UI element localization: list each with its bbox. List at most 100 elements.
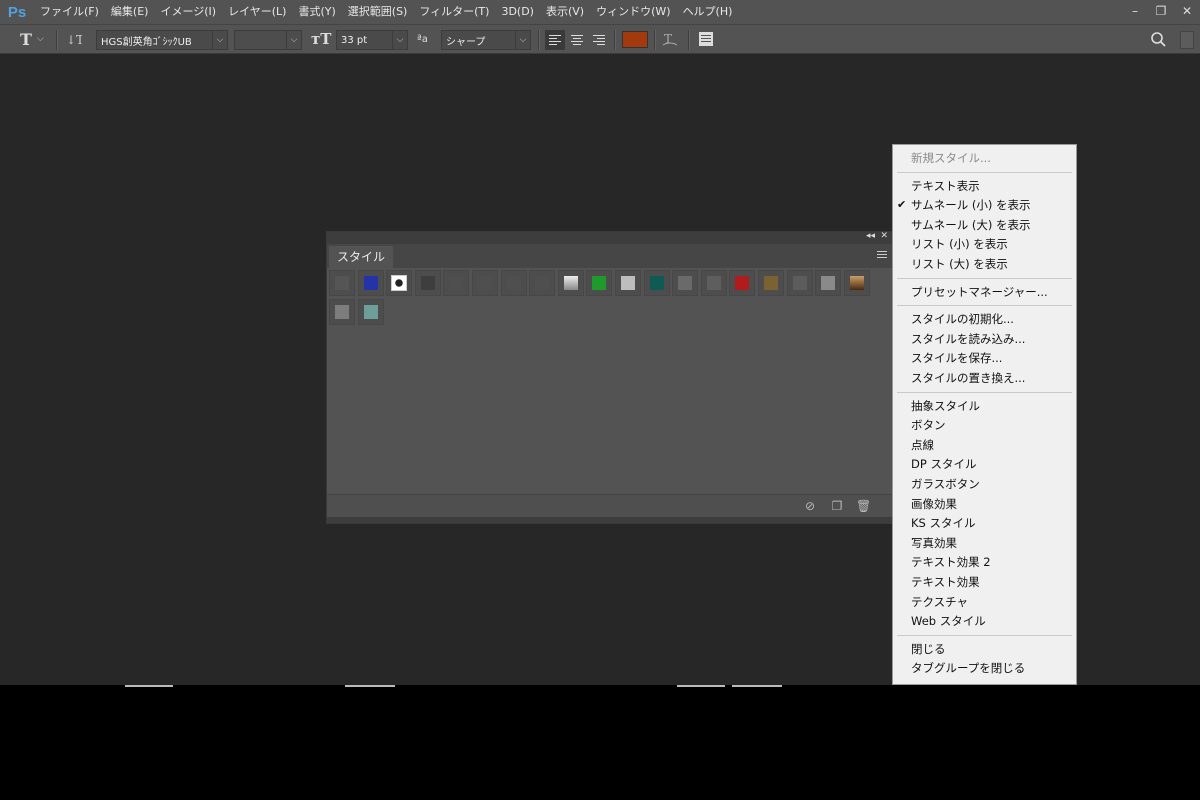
- style-thumbnail[interactable]: [386, 270, 413, 296]
- menu-select[interactable]: 選択範囲(S): [342, 0, 414, 24]
- align-right-button[interactable]: [589, 30, 609, 50]
- menu-filter[interactable]: フィルター(T): [413, 0, 495, 24]
- menu-item[interactable]: テキスト効果 2: [911, 555, 991, 569]
- menu-item[interactable]: テキスト効果: [911, 575, 980, 589]
- style-thumbnail[interactable]: [414, 270, 441, 296]
- menu-layer[interactable]: レイヤー(L): [222, 0, 292, 24]
- panel-menu-icon[interactable]: [877, 249, 887, 260]
- style-preview-swatch: [649, 276, 664, 290]
- collapse-icon[interactable]: ◂◂: [866, 231, 875, 241]
- close-icon[interactable]: ✕: [880, 231, 888, 241]
- style-thumbnail[interactable]: [472, 270, 498, 296]
- workspace-switcher[interactable]: [1180, 31, 1194, 49]
- style-thumbnail[interactable]: [815, 270, 842, 296]
- menu-item[interactable]: ガラスボタン: [911, 477, 980, 491]
- minimize-button[interactable]: –: [1122, 0, 1148, 22]
- style-thumbnail[interactable]: [500, 270, 527, 296]
- font-size-select[interactable]: 33 pt ⌵: [336, 30, 408, 50]
- style-preview-swatch: [449, 276, 464, 290]
- menu-item[interactable]: タブグループを閉じる: [911, 661, 1025, 675]
- menu-edit[interactable]: 編集(E): [105, 0, 155, 24]
- menu-item[interactable]: 点線: [911, 438, 934, 452]
- style-thumbnail[interactable]: [729, 270, 756, 296]
- menu-item[interactable]: リスト (小) を表示: [911, 237, 1008, 251]
- menu-item[interactable]: 閉じる: [911, 642, 946, 656]
- style-thumbnail[interactable]: [843, 270, 870, 296]
- photoshop-logo[interactable]: Ps: [0, 4, 34, 21]
- menu-item[interactable]: Web スタイル: [911, 614, 986, 628]
- menu-item[interactable]: スタイルを保存...: [911, 351, 1002, 365]
- style-preview-swatch: [792, 276, 807, 290]
- menu-window[interactable]: ウィンドウ(W): [590, 0, 676, 24]
- style-thumbnail[interactable]: [700, 270, 727, 296]
- style-thumbnail[interactable]: [615, 270, 641, 296]
- trash-icon[interactable]: 🗑: [856, 499, 871, 513]
- menu-separator: [897, 171, 1072, 173]
- menu-item: 新規スタイル...: [911, 151, 991, 165]
- align-left-button[interactable]: [545, 30, 565, 50]
- menu-item[interactable]: 抽象スタイル: [911, 399, 980, 413]
- tab-styles[interactable]: スタイル: [329, 246, 394, 268]
- menu-item[interactable]: テキスト表示: [911, 179, 980, 193]
- style-thumbnail[interactable]: [357, 270, 384, 296]
- style-thumbnail[interactable]: [586, 270, 613, 296]
- antialias-select[interactable]: シャープ ⌵: [441, 30, 531, 50]
- panel-resize-grip[interactable]: [327, 517, 893, 523]
- menu-item[interactable]: スタイルの置き換え...: [911, 371, 1025, 385]
- type-tool-preset-button[interactable]: T ⌵: [20, 29, 44, 49]
- menu-item[interactable]: 写真効果: [911, 536, 957, 550]
- menu-file[interactable]: ファイル(F): [34, 0, 105, 24]
- menu-item[interactable]: スタイルを読み込み...: [911, 332, 1025, 346]
- style-thumbnail[interactable]: [443, 270, 470, 296]
- menu-item[interactable]: DP スタイル: [911, 457, 976, 471]
- style-preview-swatch: [363, 276, 378, 290]
- menu-image[interactable]: イメージ(I): [154, 0, 222, 24]
- taskbar-item[interactable]: [677, 685, 725, 687]
- new-style-icon[interactable]: ❐: [830, 499, 844, 513]
- chevron-down-icon: ⌵: [392, 31, 407, 49]
- search-button[interactable]: [1150, 29, 1166, 49]
- style-thumbnail[interactable]: [329, 270, 355, 296]
- clear-style-icon[interactable]: ⊘: [803, 499, 817, 513]
- restore-button[interactable]: ❐: [1148, 0, 1174, 22]
- menu-item[interactable]: リスト (大) を表示: [911, 257, 1008, 271]
- menu-item[interactable]: KS スタイル: [911, 516, 976, 530]
- style-thumbnail[interactable]: [529, 270, 556, 296]
- taskbar-item[interactable]: [125, 685, 173, 687]
- style-thumbnail[interactable]: [786, 270, 813, 296]
- menu-separator: [897, 277, 1072, 279]
- style-thumbnail[interactable]: [357, 299, 384, 325]
- menu-item[interactable]: テクスチャ: [911, 595, 968, 609]
- style-preview-swatch: [563, 276, 578, 290]
- menu-view[interactable]: 表示(V): [540, 0, 590, 24]
- menu-item[interactable]: サムネール (大) を表示: [911, 218, 1031, 232]
- character-panel-button[interactable]: [698, 29, 714, 49]
- style-thumbnail[interactable]: [643, 270, 670, 296]
- menu-item[interactable]: サムネール (小) を表示: [911, 198, 1031, 212]
- menu-item[interactable]: スタイルの初期化...: [911, 312, 1014, 326]
- style-thumbnail[interactable]: [758, 270, 784, 296]
- menu-bar: Ps ファイル(F) 編集(E) イメージ(I) レイヤー(L) 書式(Y) 選…: [0, 0, 1200, 24]
- menu-item[interactable]: 画像効果: [911, 497, 957, 511]
- style-thumbnail[interactable]: [672, 270, 699, 296]
- font-family-select[interactable]: HGS創英角ｺﾞｼｯｸUB ⌵: [96, 30, 228, 50]
- menu-item[interactable]: プリセットマネージャー...: [911, 285, 1048, 299]
- menu-type[interactable]: 書式(Y): [292, 0, 341, 24]
- text-color-swatch[interactable]: [622, 31, 648, 48]
- taskbar-item[interactable]: [345, 685, 395, 687]
- menu-3d[interactable]: 3D(D): [495, 0, 540, 24]
- style-thumbnail[interactable]: [557, 270, 584, 296]
- taskbar-item[interactable]: [732, 685, 782, 687]
- style-preview-swatch: [821, 276, 836, 290]
- align-center-button[interactable]: [567, 30, 587, 50]
- close-button[interactable]: ✕: [1174, 0, 1200, 22]
- menu-help[interactable]: ヘルプ(H): [677, 0, 739, 24]
- menu-item[interactable]: ボタン: [911, 418, 946, 432]
- styles-panel: ◂◂ ✕ スタイル ⊘ ❐ 🗑: [326, 231, 894, 524]
- toggle-orientation-button[interactable]: ↓T: [66, 29, 82, 49]
- style-thumbnail[interactable]: [329, 299, 355, 325]
- font-style-select[interactable]: ⌵: [234, 30, 302, 50]
- text-orientation-icon: ↓T: [66, 33, 82, 47]
- warp-text-button[interactable]: T: [662, 29, 678, 49]
- panel-title-bar[interactable]: ◂◂ ✕: [327, 231, 893, 244]
